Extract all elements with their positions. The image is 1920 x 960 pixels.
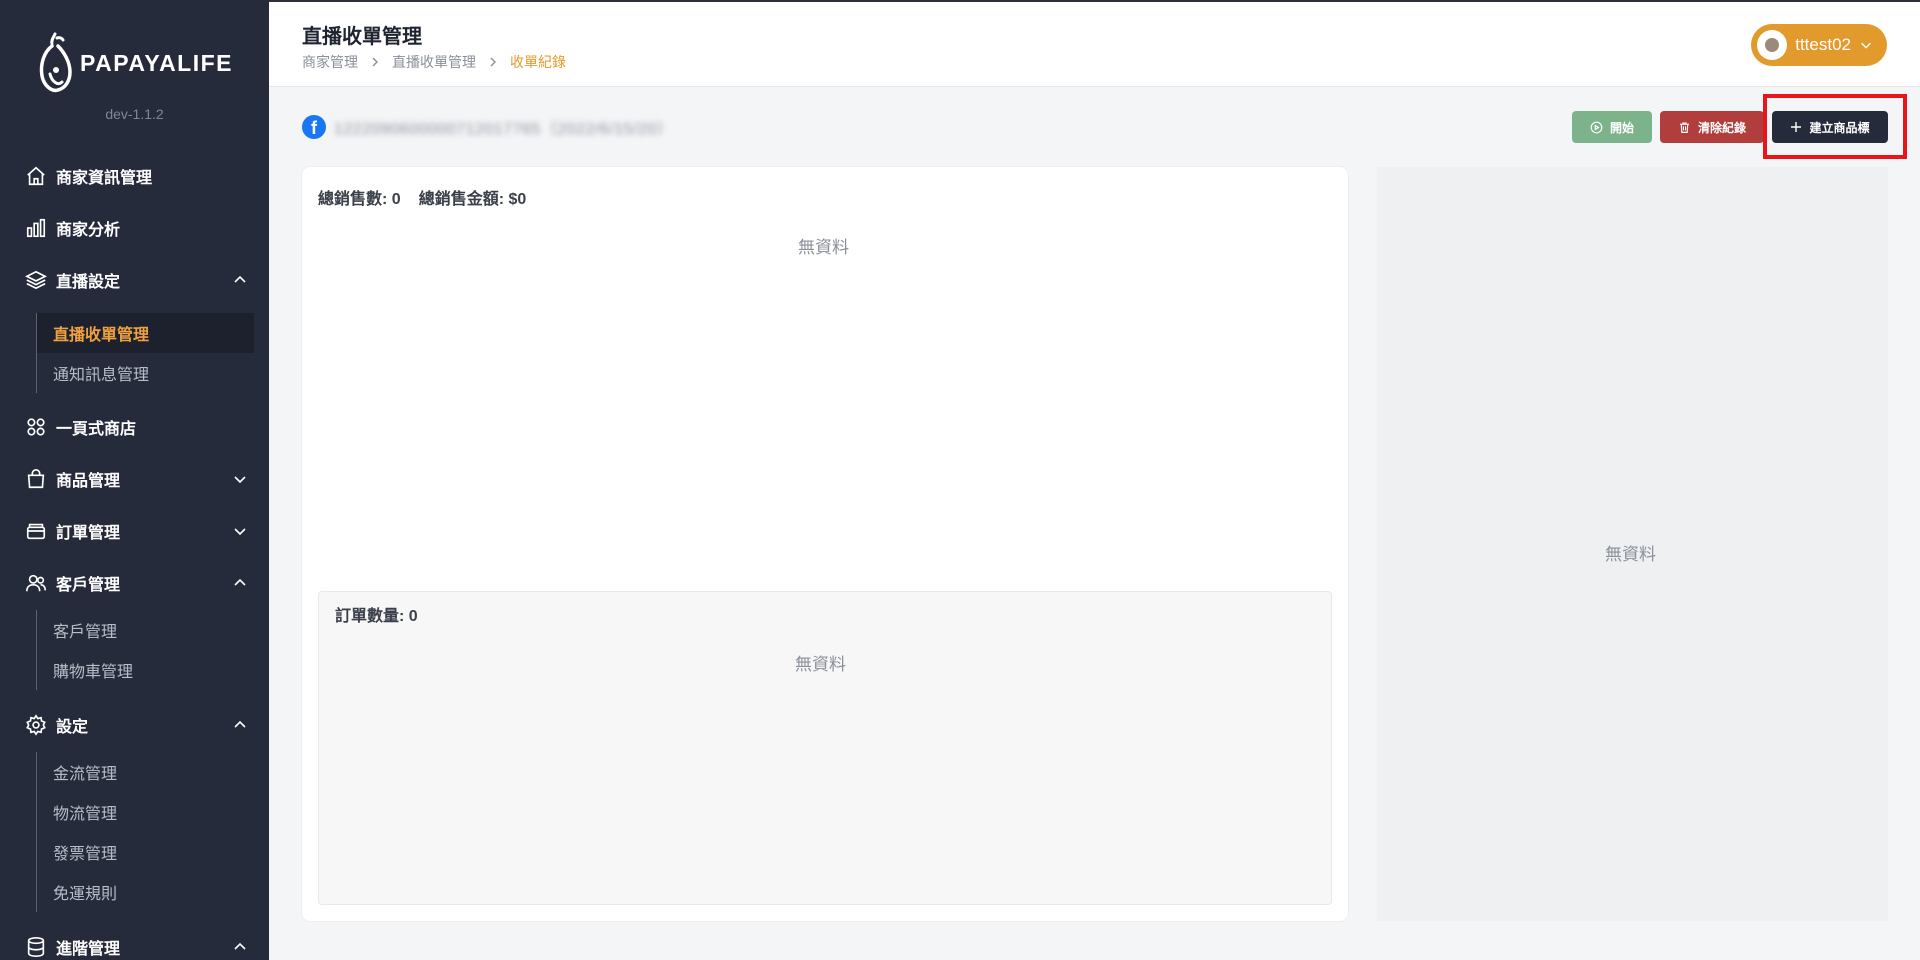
sidebar-item-product-management[interactable]: 商品管理 — [24, 459, 254, 499]
sidebar-item-payment-management[interactable]: 金流管理 — [37, 752, 254, 792]
grid-icon — [24, 415, 48, 439]
live-source-text: 1222090600000712017765（2022/6/15/20） — [334, 121, 674, 138]
chevron-up-icon — [234, 720, 246, 728]
sidebar-item-cart-management[interactable]: 購物車管理 — [37, 650, 254, 690]
sidebar-item-notification-management[interactable]: 通知訊息管理 — [37, 353, 254, 393]
trash-icon — [1680, 121, 1689, 133]
sidebar-item-customers[interactable]: 客戶管理 — [37, 610, 254, 650]
sales-empty-state: 無資料 — [798, 238, 849, 257]
breadcrumb: 商家管理 直播收單管理 收單紀錄 — [302, 52, 566, 72]
bar-chart-icon — [24, 216, 48, 240]
sidebar-item-merchant-info[interactable]: 商家資訊管理 — [24, 156, 254, 196]
papaya-logo-icon — [39, 32, 72, 93]
play-circle-icon — [1590, 121, 1603, 133]
sidebar-item-label: 商品管理 — [56, 473, 121, 490]
sidebar-item-label: 一頁式商店 — [56, 421, 137, 438]
sidebar-item-label: 訂單管理 — [56, 525, 121, 542]
gear-icon — [24, 713, 48, 737]
total-sales-count: 總銷售數: 0 — [318, 191, 401, 208]
facebook-icon: f — [302, 115, 326, 139]
chevron-down-icon — [1861, 42, 1871, 49]
sidebar-item-free-shipping-rules[interactable]: 免運規則 — [37, 872, 254, 912]
sidebar-item-label: 商家資訊管理 — [56, 170, 153, 187]
logo[interactable]: PAPAYALIFE dev-1.1.2 — [0, 30, 269, 122]
sidebar-item-merchant-analytics[interactable]: 商家分析 — [24, 208, 254, 248]
breadcrumb-item[interactable]: 商家管理 — [302, 52, 358, 72]
page-title: 直播收單管理 — [302, 26, 422, 48]
total-sales-amount: 總銷售金額: $0 — [418, 191, 527, 208]
chevron-up-icon — [234, 578, 246, 586]
chevron-down-icon — [234, 476, 246, 484]
sidebar-item-logistics-management[interactable]: 物流管理 — [37, 792, 254, 832]
sidebar-item-invoice-management[interactable]: 發票管理 — [37, 832, 254, 872]
sidebar-item-label: 客戶管理 — [56, 577, 121, 594]
chevron-down-icon — [234, 528, 246, 536]
live-source: f 1222090600000712017765（2022/6/15/20） — [302, 112, 673, 142]
sidebar-item-order-management[interactable]: 訂單管理 — [24, 511, 254, 551]
clear-records-button[interactable]: 清除紀錄 — [1660, 111, 1764, 143]
top-header: 直播收單管理 商家管理 直播收單管理 收單紀錄 tttest02 — [269, 0, 1920, 87]
sidebar-item-live-order-management[interactable]: 直播收單管理 — [37, 313, 254, 353]
sidebar-item-advanced-management[interactable]: 進階管理 — [24, 927, 254, 960]
layers-icon — [24, 268, 48, 292]
username: tttest02 — [1795, 35, 1851, 54]
breadcrumb-item[interactable]: 直播收單管理 — [392, 52, 476, 72]
sidebar-item-label: 商家分析 — [56, 222, 121, 239]
sidebar: PAPAYALIFE dev-1.1.2 商家資訊管理 商家分析 直播設定 直播… — [0, 0, 269, 960]
sidebar-item-label: 設定 — [56, 719, 89, 736]
order-count: 訂單數量: 0 — [335, 608, 418, 625]
sales-summary: 總銷售數: 0 總銷售金額: $0 — [318, 185, 526, 209]
highlight-annotation — [1763, 94, 1907, 159]
chevron-right-icon — [372, 57, 378, 67]
orders-empty-state: 無資料 — [795, 655, 846, 674]
home-icon — [24, 164, 48, 188]
start-button-label: 開始 — [1609, 120, 1634, 135]
sidebar-item-settings[interactable]: 設定 — [24, 705, 254, 745]
sidebar-item-customer-management[interactable]: 客戶管理 — [24, 563, 254, 603]
inbox-icon — [24, 519, 48, 543]
logo-text: PAPAYALIFE — [79, 49, 234, 76]
sidebar-item-one-page-store[interactable]: 一頁式商店 — [24, 407, 254, 447]
shopping-bag-icon — [24, 467, 48, 491]
sales-panel: 總銷售數: 0 總銷售金額: $0 無資料 訂單數量: 0 無資料 — [302, 167, 1348, 921]
settings-submenu: 金流管理 物流管理 發票管理 免運規則 — [36, 752, 254, 912]
breadcrumb-current: 收單紀錄 — [510, 54, 566, 70]
avatar — [1757, 30, 1788, 60]
user-menu-button[interactable]: tttest02 — [1751, 24, 1887, 66]
chevron-right-icon — [490, 57, 496, 67]
product-tag-panel: 無資料 — [1377, 167, 1888, 921]
chevron-up-icon — [234, 275, 246, 283]
customer-submenu: 客戶管理 購物車管理 — [36, 610, 254, 690]
database-icon — [24, 935, 48, 959]
chevron-up-icon — [234, 942, 246, 950]
product-tag-empty-state: 無資料 — [1605, 545, 1656, 564]
sidebar-item-live-settings[interactable]: 直播設定 — [24, 260, 254, 300]
start-button[interactable]: 開始 — [1572, 111, 1652, 143]
version-label: dev-1.1.2 — [105, 106, 164, 122]
sidebar-item-label: 進階管理 — [56, 941, 121, 958]
sidebar-item-label: 直播設定 — [56, 274, 121, 291]
clear-records-button-label: 清除紀錄 — [1697, 120, 1746, 135]
orders-panel: 訂單數量: 0 無資料 — [318, 591, 1332, 905]
live-settings-submenu: 直播收單管理 通知訊息管理 — [36, 313, 254, 393]
users-icon — [24, 571, 48, 595]
